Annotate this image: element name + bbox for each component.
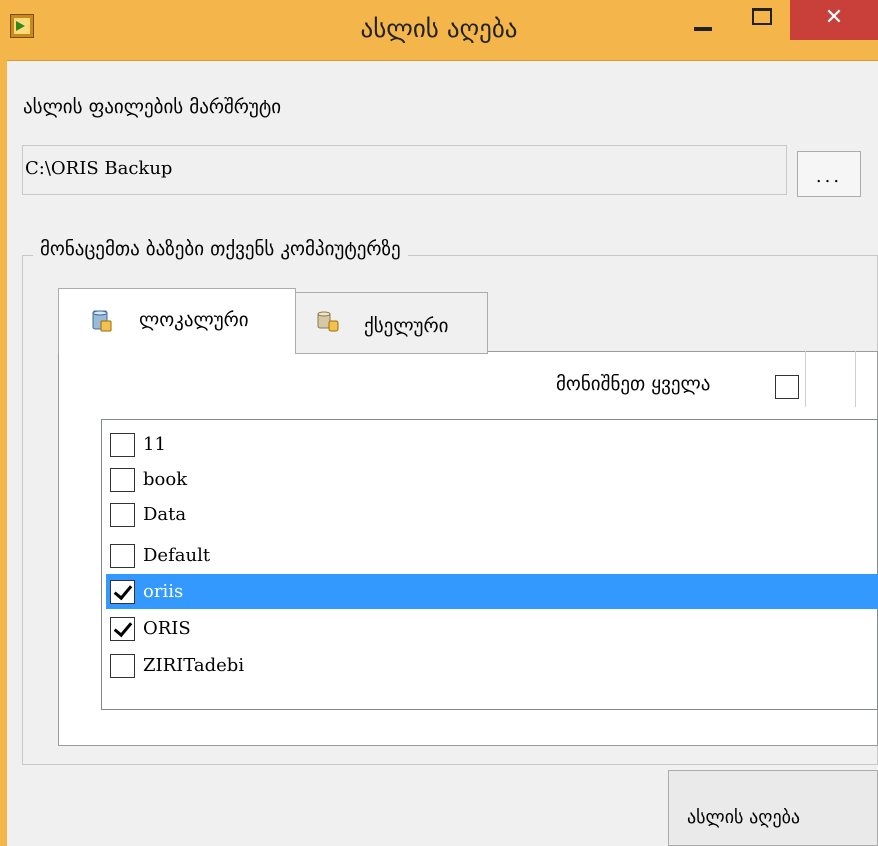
backup-button[interactable]: ასლის აღება xyxy=(668,770,878,846)
database-local-icon xyxy=(92,310,112,332)
list-item-label: Default xyxy=(143,545,211,566)
list-item-label: ZIRITadebi xyxy=(143,655,245,676)
close-button[interactable]: ✕ xyxy=(790,0,878,40)
tab-network-label: ქსელური xyxy=(364,315,449,337)
list-item-label: oriis xyxy=(143,581,184,602)
list-item[interactable]: ORIS xyxy=(106,611,878,646)
panel-divider xyxy=(855,351,856,407)
list-item-label: 11 xyxy=(143,434,166,455)
list-item-checkbox[interactable] xyxy=(110,468,135,492)
list-item-checkbox[interactable] xyxy=(110,617,135,641)
window-title: ასლის აღება xyxy=(360,14,518,43)
maximize-button[interactable] xyxy=(752,8,772,25)
browse-button[interactable]: ... xyxy=(797,151,861,197)
list-item[interactable]: book xyxy=(106,462,878,497)
list-item-checkbox[interactable] xyxy=(110,654,135,678)
backup-path-value: C:\ORIS Backup xyxy=(25,158,173,179)
minimize-button[interactable] xyxy=(694,27,712,31)
list-item-checkbox[interactable] xyxy=(110,580,135,604)
backup-path-label: ასლის ფაილების მარშრუტი xyxy=(23,96,282,118)
list-item-checkbox[interactable] xyxy=(110,433,135,457)
list-item-label: book xyxy=(143,469,188,490)
backup-path-field[interactable]: C:\ORIS Backup xyxy=(22,145,787,195)
title-bar: ასლის აღება ✕ xyxy=(0,0,878,61)
tab-local-label: ლოკალური xyxy=(139,309,249,331)
select-all-label: მონიშნეთ ყველა xyxy=(556,373,711,395)
list-item[interactable]: oriis xyxy=(106,574,878,609)
databases-group-legend: მონაცემთა ბაზები თქვენს კომპიუტერზე xyxy=(33,238,408,260)
list-item-label: ORIS xyxy=(143,618,191,639)
panel-divider xyxy=(805,351,806,407)
list-item-checkbox[interactable] xyxy=(110,503,135,527)
tab-network[interactable]: ქსელური xyxy=(295,292,488,354)
list-item[interactable]: Default xyxy=(106,538,878,573)
list-item[interactable]: ZIRITadebi xyxy=(106,648,878,683)
select-all-checkbox[interactable] xyxy=(775,375,799,399)
database-list[interactable]: 11 book Data Default oriis ORIS ZIRITade… xyxy=(101,419,878,710)
tab-local[interactable]: ლოკალური xyxy=(58,288,296,353)
database-network-icon xyxy=(317,311,339,332)
list-item[interactable]: 11 xyxy=(106,427,878,462)
list-item-label: Data xyxy=(143,504,187,525)
list-item-checkbox[interactable] xyxy=(110,544,135,568)
list-item[interactable]: Data xyxy=(106,497,878,532)
window-border xyxy=(0,60,7,846)
